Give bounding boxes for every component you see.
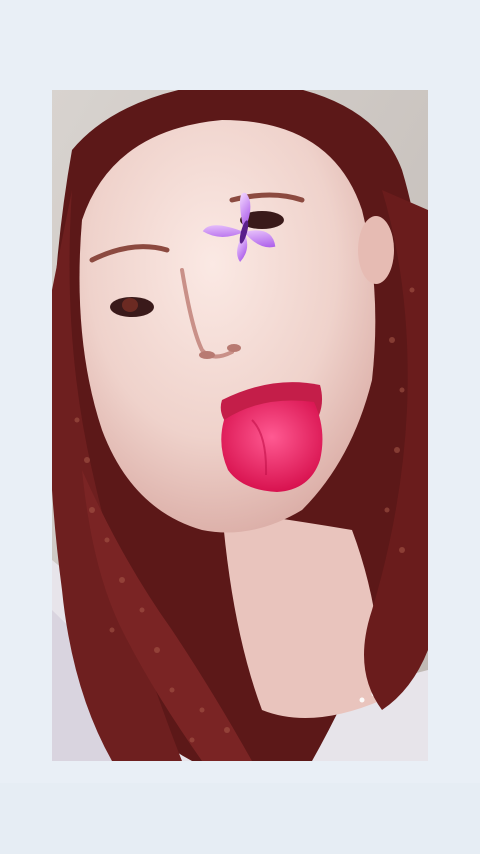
selfie-photo	[52, 90, 428, 761]
bottom-margin	[0, 783, 480, 854]
tongue	[221, 400, 323, 492]
portrait-image	[52, 90, 428, 761]
ear	[358, 216, 394, 284]
screen	[0, 0, 480, 854]
face	[79, 120, 376, 533]
